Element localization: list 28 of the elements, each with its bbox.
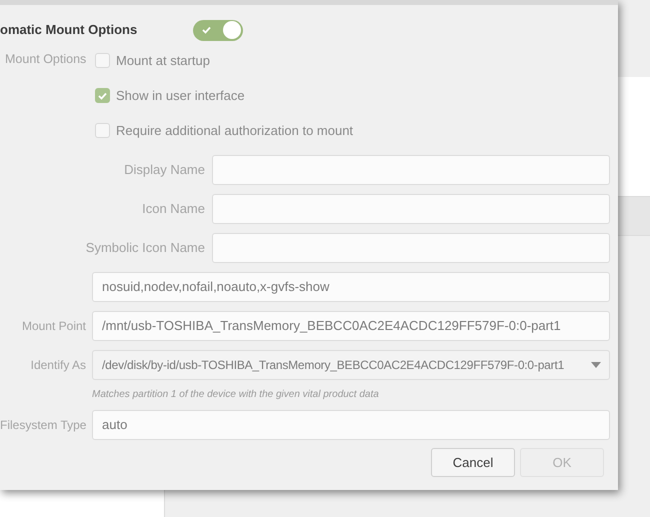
field-label: Symbolic Icon Name [84,239,205,258]
toggle-switch[interactable] [193,20,243,40]
field-label: Icon Name [141,200,205,218]
text-field[interactable] [212,155,610,185]
switch-knob [223,21,241,39]
section-title: omatic Mount Options [0,21,138,40]
checkbox-label[interactable]: Require additional authorization to mount [116,120,354,140]
text-field[interactable]: auto [92,410,610,440]
field-label: Identify As [30,357,86,374]
checkbox-label[interactable]: Show in user interface [116,86,245,106]
text-field[interactable] [212,233,610,263]
dropdown[interactable]: /dev/disk/by-id/usb-TOSHIBA_TransMemory_BEBCC0AC2E4ACDC129FF579F-0:0-part1 [92,350,610,380]
hint-text: Matches partition 1 of the device with the given vital product data [92,388,379,402]
checkbox[interactable] [95,88,110,103]
checkmark-icon [98,92,107,100]
text-field[interactable]: /mnt/usb-TOSHIBA_TransMemory_BEBCC0AC2E4ACDC129FF579F-0:0-part1 [92,311,610,341]
text-field[interactable]: nosuid,nodev,nofail,noauto,x-gvfs-show [92,272,610,302]
field-label: Filesystem Type [0,417,86,434]
dropdown-arrow-icon [591,362,601,368]
checkmark-icon [202,26,211,34]
checkbox[interactable] [95,123,110,138]
field-label: Mount Point [20,318,86,335]
checkbox[interactable] [95,53,110,68]
dialog-button[interactable]: Cancel [431,448,515,477]
text-field[interactable] [212,194,610,224]
field-label: Display Name [123,161,205,180]
field-label: Mount Options [5,51,88,68]
checkbox-label[interactable]: Mount at startup [116,50,210,70]
